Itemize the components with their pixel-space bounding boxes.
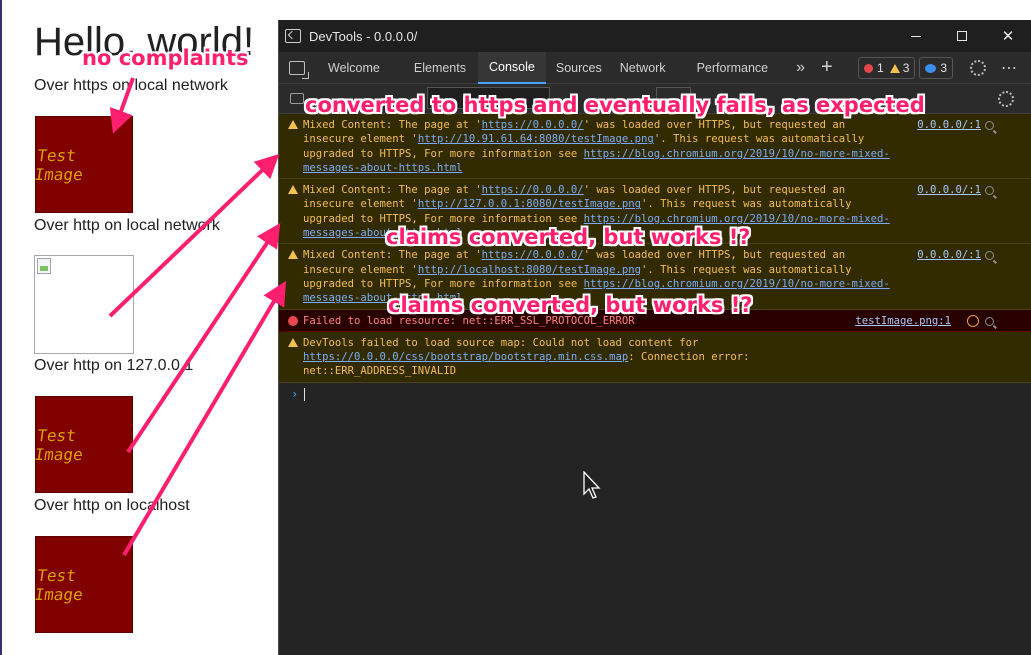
tab-elements[interactable]: Elements [414, 52, 466, 84]
add-tab-icon[interactable]: + [821, 52, 833, 84]
source-link[interactable]: 0.0.0.0/:1 [917, 248, 981, 262]
more-tabs-icon[interactable]: » [796, 52, 805, 84]
caption-http-127: Over http on 127.0.0.1 [34, 357, 194, 374]
maximize-button[interactable] [939, 20, 985, 52]
issues-icon [925, 63, 937, 73]
page-url-link[interactable]: https://0.0.0.0/ [482, 184, 584, 196]
search-icon[interactable] [985, 121, 994, 130]
annotation-claims-1: claims converted, but works !? [386, 225, 751, 249]
maximize-icon [957, 31, 967, 41]
annotation-converted-fails: converted to https and eventually fails,… [305, 93, 925, 117]
devtools-app-icon [285, 29, 301, 43]
caption-http-localhost: Over http on localhost [34, 497, 190, 514]
mouse-cursor-icon [583, 471, 601, 499]
msg-text: Mixed Content: The page at ' [303, 184, 482, 197]
network-request-icon[interactable] [967, 314, 979, 327]
msg-text: Mixed Content: The page at ' [303, 119, 482, 131]
close-button[interactable]: ✕ [985, 20, 1031, 52]
text-caret [304, 387, 306, 401]
warning-icon [288, 250, 298, 260]
tab-console[interactable]: Console [477, 51, 546, 84]
msg-text: Mixed Content: The page at ' [303, 249, 482, 262]
msg-text: DevTools failed to load source map: Coul… [303, 336, 699, 349]
warning-count: 3 [902, 61, 910, 75]
tab-network[interactable]: Network [620, 52, 666, 84]
warning-message-1: Mixed Content: The page at 'https://0.0.… [279, 114, 1031, 180]
broken-image [34, 255, 134, 354]
search-icon[interactable] [985, 186, 994, 196]
inspect-element-icon[interactable] [289, 60, 309, 79]
error-warning-counter[interactable]: 1 3 [858, 57, 916, 79]
test-image-1: Test Image [33, 116, 133, 213]
warning-icon [288, 185, 298, 195]
console-messages: Mixed Content: The page at 'https://0.0.… [279, 114, 1031, 655]
error-icon [864, 63, 873, 73]
window-title: DevTools - 0.0.0.0/ [309, 28, 418, 44]
source-link[interactable]: 0.0.0.0/:1 [917, 118, 981, 132]
search-icon[interactable] [985, 251, 994, 261]
test-image-3: Test Image [33, 536, 133, 633]
settings-gear-icon[interactable] [970, 60, 986, 76]
annotation-no-complaints: no complaints [82, 46, 249, 70]
prompt-chevron-icon: › [291, 386, 299, 401]
window-edge [0, 0, 2, 655]
test-image-2: Test Image [33, 396, 133, 493]
sourcemap-url-link[interactable]: https://0.0.0.0/css/bootstrap/bootstrap.… [303, 351, 628, 363]
error-source-link[interactable]: testImage.png:1 [855, 314, 951, 328]
sidebar-toggle-icon[interactable] [290, 93, 304, 104]
warning-icon [889, 63, 900, 73]
tab-performance[interactable]: Performance [697, 52, 769, 84]
page-url-link[interactable]: https://0.0.0.0/ [482, 119, 584, 131]
minimize-icon [911, 35, 921, 37]
web-page: Hello, world! Over https on local networ… [0, 0, 278, 655]
element-url-link[interactable]: http://localhost:8080/testImage.png [418, 264, 641, 276]
test-image-label: Test Image [33, 565, 85, 604]
error-icon [288, 315, 298, 326]
minimize-button[interactable] [893, 20, 939, 52]
issues-count: 3 [940, 61, 948, 75]
test-image-label: Test Image [33, 145, 85, 184]
element-url-link[interactable]: http://127.0.0.1:8080/testImage.png [418, 198, 641, 210]
tab-sources[interactable]: Sources [556, 52, 602, 84]
tab-welcome[interactable]: Welcome [328, 52, 380, 84]
annotation-claims-2: claims converted, but works !? [388, 293, 753, 317]
more-options-icon[interactable]: ⋯ [1001, 52, 1017, 84]
element-url-link[interactable]: http://10.91.61.64:8080/testImage.png [418, 133, 654, 145]
search-icon[interactable] [985, 316, 994, 326]
page-url-link[interactable]: https://0.0.0.0/ [482, 249, 584, 261]
broken-image-icon [37, 258, 51, 274]
caption-https-local: Over https on local network [34, 77, 228, 94]
devtools-titlebar[interactable]: DevTools - 0.0.0.0/ ✕ [279, 20, 1031, 52]
console-prompt[interactable]: › [279, 383, 1031, 401]
issues-counter[interactable]: 3 [919, 57, 954, 79]
warning-icon [288, 337, 298, 347]
devtools-tabbar: Welcome Elements Console Sources Network… [279, 51, 1031, 84]
caption-http-local: Over http on local network [34, 217, 220, 234]
console-settings-icon[interactable] [998, 91, 1014, 107]
warning-icon [288, 120, 298, 129]
error-count: 1 [877, 61, 884, 75]
source-link[interactable]: 0.0.0.0/:1 [917, 183, 981, 197]
close-icon: ✕ [1001, 28, 1015, 45]
sourcemap-warning: DevTools failed to load source map: Coul… [279, 331, 1031, 383]
test-image-label: Test Image [33, 425, 85, 464]
